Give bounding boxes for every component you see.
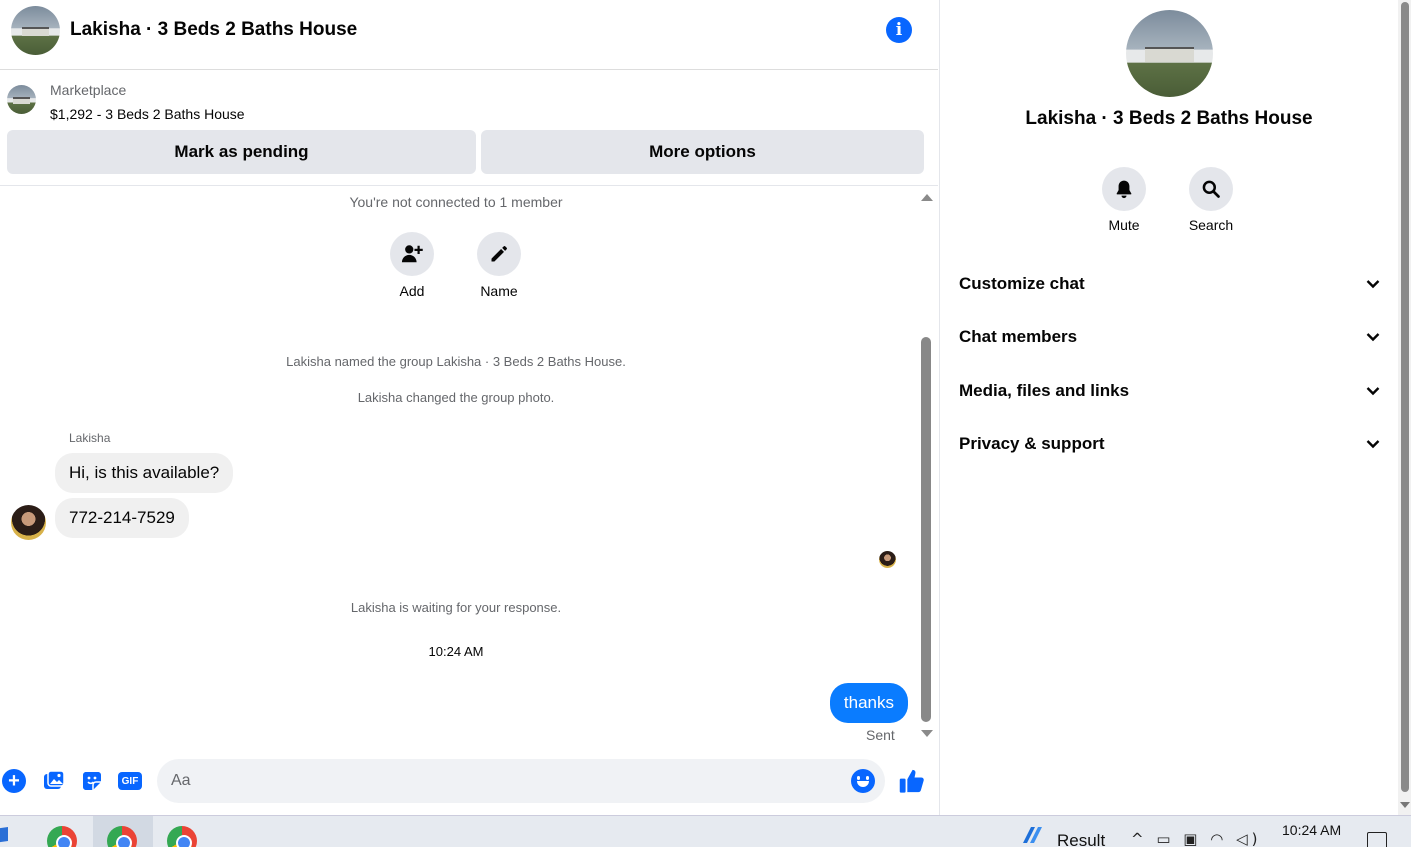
start-icon[interactable] (0, 827, 8, 843)
marketplace-listing-banner: Marketplace $1,292 - 3 Beds 2 Baths Hous… (0, 71, 938, 186)
section-label: Chat members (959, 327, 1078, 346)
privacy-support-section[interactable]: Privacy & support (959, 424, 1382, 464)
group-photo-event: Lakisha changed the group photo. (357, 390, 555, 405)
not-connected-notice: You're not connected to 1 member (349, 194, 563, 210)
scroll-thumb[interactable] (921, 337, 931, 722)
windows-taskbar: Result ^ ▭ ▣ ◠ ◁) 10:24 AM (0, 815, 1411, 847)
message-composer: + GIF (0, 757, 938, 807)
gif-icon[interactable]: GIF (118, 772, 142, 790)
page-scroll-thumb[interactable] (1401, 2, 1409, 792)
sender-name: Lakisha (69, 431, 111, 445)
pencil-icon (491, 246, 507, 262)
media-files-links-section[interactable]: Media, files and links (959, 371, 1382, 411)
scroll-down-arrow[interactable] (921, 730, 933, 737)
thumbs-up-icon[interactable] (898, 767, 926, 795)
search-label: Search (1188, 217, 1234, 233)
sent-status: Sent (866, 727, 895, 743)
listing-source: Marketplace (50, 82, 127, 98)
mark-as-pending-button[interactable]: Mark as pending (7, 130, 476, 174)
add-member-label: Add (399, 283, 425, 299)
message-scrollbar[interactable] (918, 187, 935, 752)
chat-members-section[interactable]: Chat members (959, 317, 1382, 357)
bell-icon (1116, 180, 1132, 199)
waiting-notice: Lakisha is waiting for your response. (350, 600, 562, 615)
search-in-conversation-button[interactable] (1189, 167, 1233, 211)
notification-icon[interactable] (1367, 832, 1387, 847)
chat-pane: Lakisha · 3 Beds 2 Baths House i Marketp… (0, 0, 938, 815)
section-label: Customize chat (959, 274, 1085, 293)
read-receipt-avatar (879, 551, 896, 568)
info-icon[interactable]: i (886, 17, 912, 43)
incoming-message[interactable]: 772-214-7529 (55, 498, 189, 538)
emoji-icon[interactable] (851, 769, 875, 793)
listing-thumbnail[interactable] (7, 85, 36, 114)
section-label: Privacy & support (959, 434, 1105, 453)
chevron-down-icon (1364, 328, 1382, 346)
name-group-label: Name (480, 283, 518, 299)
chrome-icon[interactable] (167, 826, 197, 847)
customize-chat-section[interactable]: Customize chat (959, 264, 1382, 304)
taskbar-clock[interactable]: 10:24 AM (1282, 822, 1341, 838)
mute-button[interactable] (1102, 167, 1146, 211)
group-avatar[interactable] (11, 6, 60, 55)
chevron-down-icon (1364, 382, 1382, 400)
message-list[interactable]: You're not connected to 1 member Add Nam… (0, 187, 938, 752)
section-label: Media, files and links (959, 381, 1130, 400)
add-member-button[interactable] (390, 232, 434, 276)
add-person-icon (401, 245, 423, 263)
group-photo[interactable] (1126, 10, 1213, 97)
outgoing-message[interactable]: thanks (829, 683, 908, 723)
page-scrollbar[interactable] (1398, 0, 1411, 815)
group-named-event: Lakisha named the group Lakisha · 3 Beds… (286, 354, 626, 369)
page-scroll-down-arrow[interactable] (1400, 802, 1410, 808)
incoming-message[interactable]: Hi, is this available? (55, 453, 234, 493)
conversation-info-pane: Lakisha · 3 Beds 2 Baths House Mute Sear… (939, 0, 1397, 815)
weather-widget-label[interactable]: Result (1057, 831, 1105, 847)
mute-label: Mute (1108, 217, 1140, 233)
chat-header: Lakisha · 3 Beds 2 Baths House i (0, 0, 938, 70)
photo-icon[interactable] (42, 769, 66, 793)
system-tray-icons[interactable]: ^ ▭ ▣ ◠ ◁) (1131, 830, 1261, 847)
chevron-down-icon (1364, 435, 1382, 453)
plus-icon[interactable]: + (2, 769, 26, 793)
sender-avatar[interactable] (11, 505, 46, 540)
messenger-app: Lakisha · 3 Beds 2 Baths House i Marketp… (0, 0, 1411, 815)
chevron-down-icon (1364, 275, 1382, 293)
name-group-button[interactable] (477, 232, 521, 276)
listing-price-title[interactable]: $1,292 - 3 Beds 2 Baths House (50, 106, 245, 122)
scroll-up-arrow[interactable] (921, 194, 933, 201)
message-timestamp: 10:24 AM (428, 644, 484, 659)
info-title: Lakisha · 3 Beds 2 Baths House (1025, 108, 1313, 129)
weather-icon[interactable] (1019, 825, 1045, 845)
chrome-icon[interactable] (47, 826, 77, 847)
chat-title[interactable]: Lakisha · 3 Beds 2 Baths House (70, 19, 357, 41)
more-options-button[interactable]: More options (481, 130, 924, 174)
sticker-icon[interactable] (80, 769, 104, 793)
message-input[interactable] (157, 759, 885, 803)
search-icon (1202, 180, 1220, 198)
